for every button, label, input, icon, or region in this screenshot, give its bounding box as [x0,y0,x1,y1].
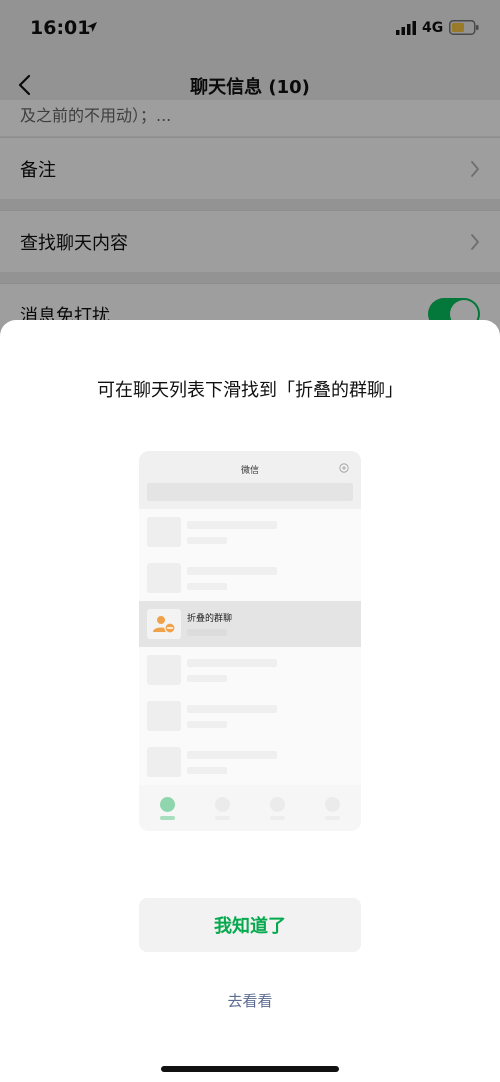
tab-discover-icon [270,797,285,812]
sheet-title: 可在聊天列表下滑找到「折叠的群聊」 [97,380,403,401]
placeholder-line [187,583,227,590]
go-see-link[interactable]: 去看看 [0,990,500,1011]
placeholder-line [187,521,277,529]
avatar [147,655,181,685]
bottom-sheet: 可在聊天列表下滑找到「折叠的群聊」 微信 折叠的群聊 我知道了 去看看 [0,320,500,1082]
avatar [147,747,181,777]
tab-contacts-icon [215,797,230,812]
placeholder-line [187,537,227,544]
placeholder-line [187,567,277,575]
placeholder-line [187,659,277,667]
folded-group-preview: 微信 折叠的群聊 [139,451,361,831]
placeholder-line [187,767,227,774]
placeholder-line [187,705,277,713]
list-item [139,693,361,739]
list-item [139,509,361,555]
placeholder-line [187,721,227,728]
group-chat-icon [153,616,176,634]
folded-group-label: 折叠的群聊 [187,614,233,624]
list-item [139,555,361,601]
placeholder-line [187,629,227,636]
placeholder-line [215,816,230,820]
avatar [147,563,181,593]
placeholder-line [160,816,175,820]
avatar [147,701,181,731]
add-circle-icon [339,463,349,473]
home-indicator [161,1066,339,1072]
got-it-button[interactable]: 我知道了 [139,898,361,952]
placeholder-line [325,816,340,820]
preview-chat-list: 折叠的群聊 [139,509,361,785]
preview-header-title: 微信 [240,466,259,476]
placeholder-line [187,751,277,759]
list-item-folded-group: 折叠的群聊 [139,601,361,647]
tab-chats-icon [160,797,175,812]
placeholder-line [270,816,285,820]
tab-me-icon [325,797,340,812]
list-item [139,647,361,693]
placeholder-line [187,675,227,682]
preview-tab-bar [139,785,361,831]
avatar [147,517,181,547]
preview-search-bar [147,483,353,501]
list-item [139,739,361,785]
preview-header: 微信 [139,451,361,509]
